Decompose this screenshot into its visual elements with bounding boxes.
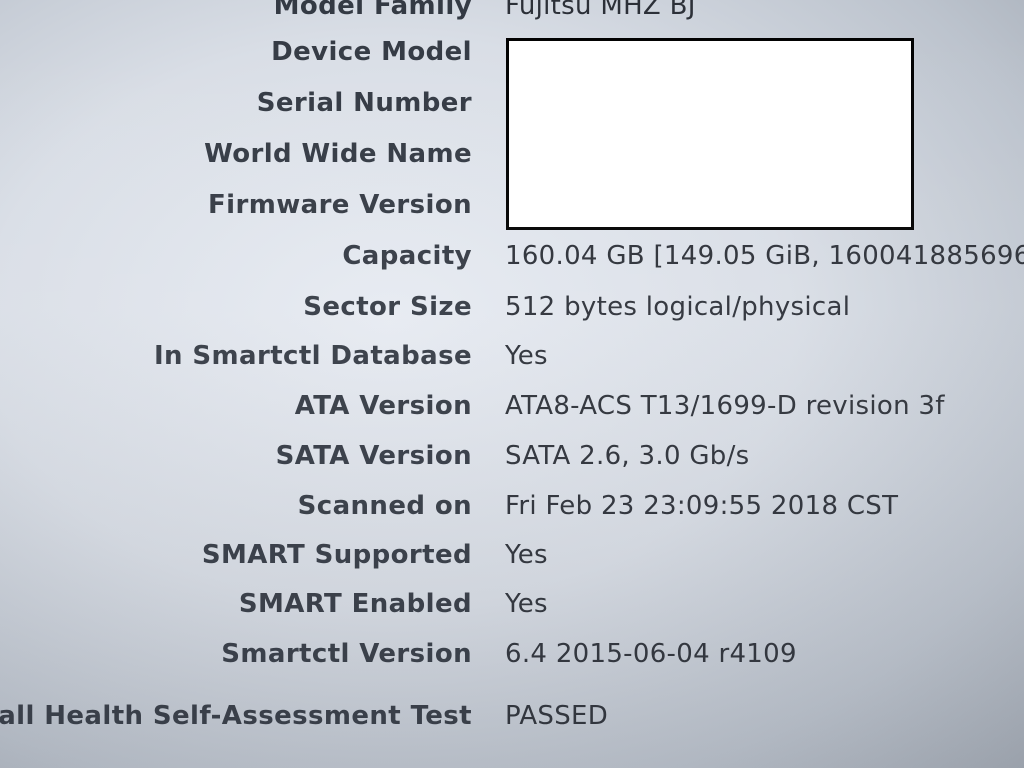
label-sector-size: Sector Size xyxy=(303,292,472,322)
value-smartctl-version: 6.4 2015-06-04 r4109 xyxy=(505,639,797,669)
row-smart-enabled: SMART Enabled Yes xyxy=(0,582,1024,626)
row-model-family: Model Family Fujitsu MHZ BJ xyxy=(0,0,1024,28)
row-health-self-assessment: rall Health Self-Assessment Test PASSED xyxy=(0,694,1024,738)
label-capacity: Capacity xyxy=(342,241,472,271)
value-capacity: 160.04 GB [149.05 GiB, 160041885696 xyxy=(505,241,1024,271)
value-sata-version: SATA 2.6, 3.0 Gb/s xyxy=(505,441,750,471)
value-ata-version: ATA8-ACS T13/1699-D revision 3f xyxy=(505,391,945,421)
label-smart-enabled: SMART Enabled xyxy=(238,589,472,619)
label-smart-supported: SMART Supported xyxy=(201,540,472,570)
label-serial-number: Serial Number xyxy=(256,88,472,118)
row-in-smartctl-database: In Smartctl Database Yes xyxy=(0,334,1024,378)
value-smart-enabled: Yes xyxy=(505,589,548,619)
row-smartctl-version: Smartctl Version 6.4 2015-06-04 r4109 xyxy=(0,632,1024,676)
value-health-self-assessment: PASSED xyxy=(505,701,609,731)
row-smart-supported: SMART Supported Yes xyxy=(0,533,1024,577)
label-smartctl-version: Smartctl Version xyxy=(221,639,472,669)
row-capacity: Capacity 160.04 GB [149.05 GiB, 16004188… xyxy=(0,234,1024,278)
row-ata-version: ATA Version ATA8-ACS T13/1699-D revision… xyxy=(0,384,1024,428)
label-firmware-version: Firmware Version xyxy=(208,190,472,220)
label-model-family: Model Family xyxy=(273,0,472,21)
value-smart-supported: Yes xyxy=(505,540,548,570)
value-scanned-on: Fri Feb 23 23:09:55 2018 CST xyxy=(505,491,899,521)
label-in-smartctl-database: In Smartctl Database xyxy=(153,341,472,371)
row-sata-version: SATA Version SATA 2.6, 3.0 Gb/s xyxy=(0,434,1024,478)
label-scanned-on: Scanned on xyxy=(297,491,472,521)
row-sector-size: Sector Size 512 bytes logical/physical xyxy=(0,285,1024,329)
value-in-smartctl-database: Yes xyxy=(505,341,548,371)
label-device-model: Device Model xyxy=(271,37,472,67)
redaction-box xyxy=(506,38,914,230)
label-ata-version: ATA Version xyxy=(294,391,472,421)
value-sector-size: 512 bytes logical/physical xyxy=(505,292,851,322)
label-health-self-assessment: rall Health Self-Assessment Test xyxy=(0,701,472,731)
value-model-family: Fujitsu MHZ BJ xyxy=(505,0,696,21)
row-scanned-on: Scanned on Fri Feb 23 23:09:55 2018 CST xyxy=(0,484,1024,528)
drive-info-screen: Model Family Fujitsu MHZ BJ Device Model… xyxy=(0,0,1024,768)
label-world-wide-name: World Wide Name xyxy=(204,139,472,169)
label-sata-version: SATA Version xyxy=(275,441,472,471)
